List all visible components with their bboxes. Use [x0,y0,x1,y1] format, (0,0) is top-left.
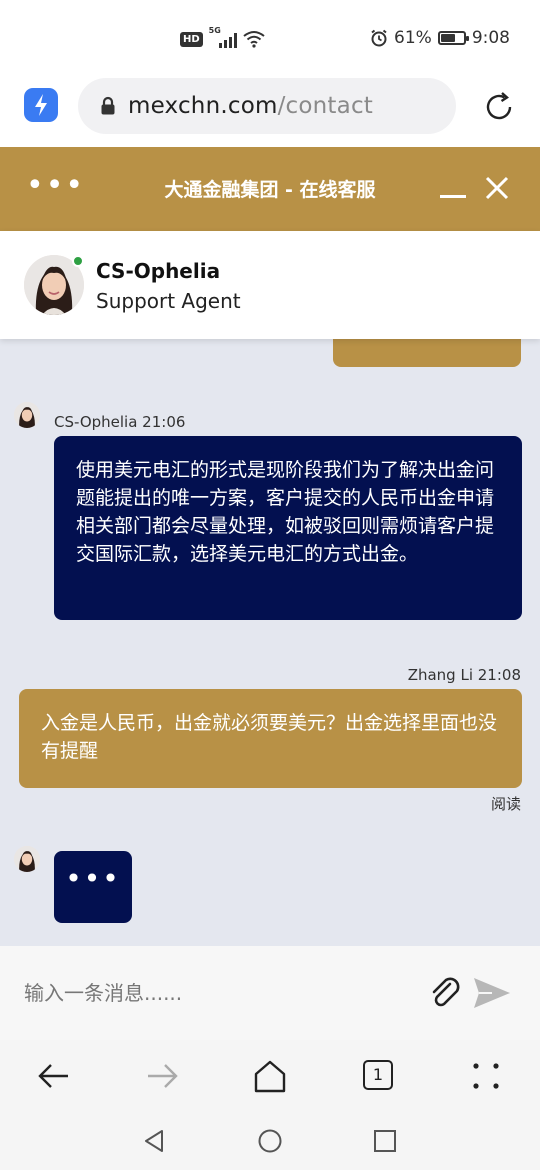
paperclip-icon[interactable] [426,974,464,1012]
previous-message-bubble [333,339,521,367]
agent-card: CS-Ophelia Support Agent [0,231,540,339]
lock-icon [101,96,115,115]
agent-role: Support Agent [96,289,241,313]
lightning-icon [35,94,47,116]
network-indicators: HD 5G [180,26,265,48]
url-text: mexchn.com/contact [128,93,373,119]
agent-name: CS-Ophelia [96,259,221,283]
alarm-icon [371,29,387,47]
battery-icon [437,31,469,45]
wifi-icon [243,31,265,48]
hd-badge: HD [180,31,203,47]
online-status-dot [72,255,84,267]
battery-percent: 61% [394,28,432,48]
message-meta: CS-Ophelia 21:06 [54,413,186,431]
message-input[interactable] [24,976,404,1010]
status-right: 61% 9:08 [370,28,510,48]
chat-header: ••• 大通金融集团 - 在线客服 [0,147,540,231]
browser-app-icon[interactable] [24,85,60,122]
network-type: 5G [208,26,221,35]
browser-toolbar: mexchn.com/contact [0,70,540,148]
message-avatar [14,402,40,428]
more-menu-icon[interactable] [468,1058,504,1094]
agent-message-bubble: 使用美元电汇的形式是现阶段我们为了解决出金问题能提出的唯一方案，客户提交的人民币… [54,436,522,620]
signal-icon: 5G [209,26,237,48]
system-back-icon[interactable] [142,1128,168,1154]
url-path: /contact [277,93,374,119]
message-composer [0,946,540,1040]
system-nav-bar [0,1110,540,1170]
address-bar[interactable]: mexchn.com/contact [78,78,456,134]
typing-indicator: ••• [54,851,132,923]
system-recents-icon[interactable] [372,1128,398,1154]
chat-messages[interactable]: CS-Ophelia 21:06 使用美元电汇的形式是现阶段我们为了解决出金问题… [0,339,540,946]
tabs-button[interactable]: 1 [363,1060,393,1090]
back-arrow-icon[interactable] [36,1058,72,1094]
close-icon[interactable] [484,175,510,201]
minimize-button[interactable] [440,195,466,198]
system-home-icon[interactable] [257,1128,283,1154]
browser-bottom-nav: 1 [0,1040,540,1110]
message-meta: Zhang Li 21:08 [407,666,521,684]
home-icon[interactable] [252,1058,288,1094]
message-avatar [14,846,40,872]
url-domain: mexchn.com [128,93,278,119]
user-message-bubble: 入金是人民币，出金就必须要美元？出金选择里面也没有提醒 [19,689,522,788]
clock: 9:08 [471,28,510,48]
forward-arrow-icon[interactable] [144,1058,180,1094]
reload-icon[interactable] [482,90,516,124]
read-status: 阅读 [490,795,521,813]
status-bar: HD 5G 61% 9:08 [0,0,540,78]
send-icon[interactable] [472,976,512,1010]
